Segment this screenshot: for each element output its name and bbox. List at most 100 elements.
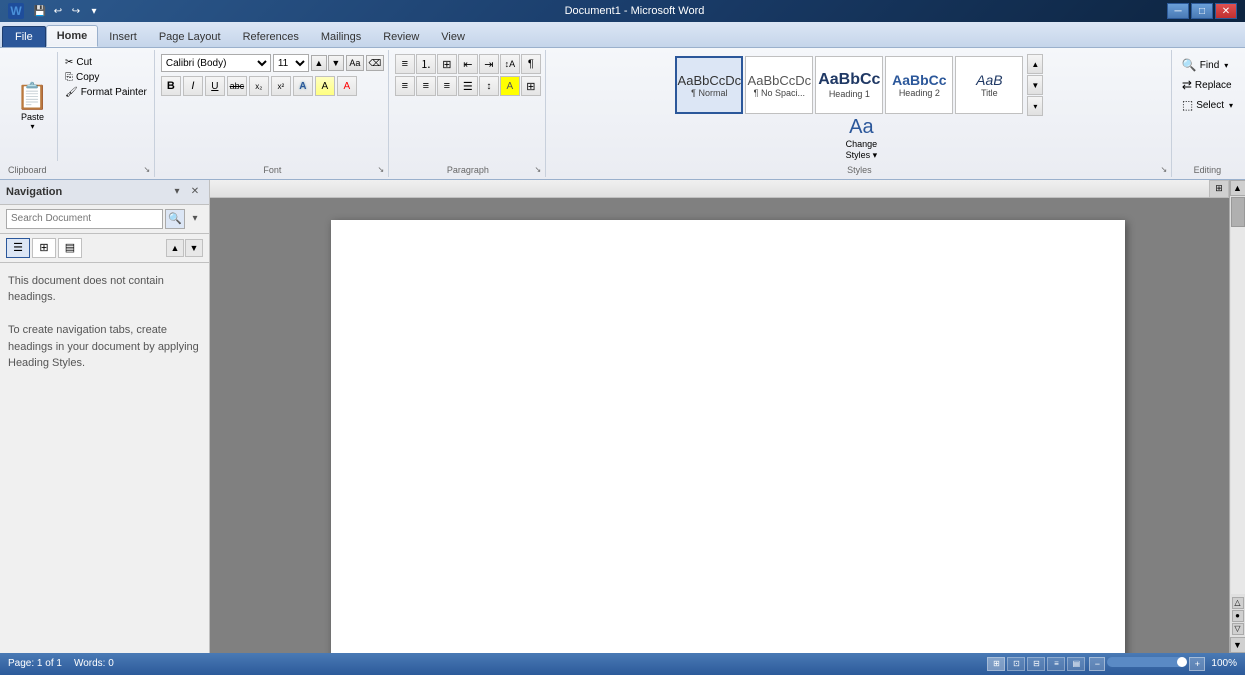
align-right-button[interactable]: ≡ xyxy=(437,76,457,96)
tab-review[interactable]: Review xyxy=(372,26,430,47)
line-spacing-button[interactable]: ↕ xyxy=(479,76,499,96)
strikethrough-button[interactable]: abc xyxy=(227,76,247,96)
paste-dropdown[interactable]: ▾ xyxy=(30,122,34,131)
draft-button[interactable]: ▤ xyxy=(1067,657,1085,671)
search-options-button[interactable]: ▾ xyxy=(187,211,203,227)
numbering-button[interactable]: ⒈ xyxy=(416,54,436,74)
multilevel-list-button[interactable]: ⊞ xyxy=(437,54,457,74)
style-no-spacing-item[interactable]: AaBbCcDc ¶ No Spaci... xyxy=(745,56,813,114)
tab-insert[interactable]: Insert xyxy=(98,26,148,47)
paste-button[interactable]: 📋 Paste ▾ xyxy=(8,52,58,161)
search-document-button[interactable]: 🔍 xyxy=(165,209,185,229)
decrease-indent-button[interactable]: ⇤ xyxy=(458,54,478,74)
zoom-out-button[interactable]: − xyxy=(1089,657,1105,671)
style-title-preview: AaB xyxy=(976,72,1002,88)
shading-button[interactable]: A xyxy=(500,76,520,96)
document-area[interactable]: ▲ △ ● ▽ ▼ ⊞ xyxy=(210,180,1245,653)
decrease-font-size-button[interactable]: ▼ xyxy=(328,55,344,71)
navigation-dropdown-button[interactable]: ▾ xyxy=(169,184,185,200)
scroll-select-page-button[interactable]: ● xyxy=(1232,610,1244,622)
minimize-button[interactable]: ─ xyxy=(1167,3,1189,19)
scroll-thumb[interactable] xyxy=(1231,197,1245,227)
nav-headings-view-button[interactable]: ☰ xyxy=(6,238,30,258)
subscript-button[interactable]: x₂ xyxy=(249,76,269,96)
document-page[interactable] xyxy=(331,220,1125,653)
sort-button[interactable]: ↕A xyxy=(500,54,520,74)
tab-file[interactable]: File xyxy=(2,26,46,47)
select-button[interactable]: ⬚ Select ▾ xyxy=(1178,96,1237,114)
print-layout-button[interactable]: ⊞ xyxy=(987,657,1005,671)
copy-button[interactable]: ⎘ Copy xyxy=(62,71,150,84)
find-button[interactable]: 🔍 Find ▾ xyxy=(1178,56,1232,74)
justify-button[interactable]: ☰ xyxy=(458,76,478,96)
tab-view[interactable]: View xyxy=(430,26,476,47)
show-formatting-button[interactable]: ¶ xyxy=(521,54,541,74)
font-size-select[interactable]: 11 xyxy=(273,54,309,72)
nav-results-view-button[interactable]: ▤ xyxy=(58,238,82,258)
undo-quick-btn[interactable]: ↩ xyxy=(50,3,66,19)
styles-scroll-up-button[interactable]: ▲ xyxy=(1027,54,1043,74)
style-heading2-item[interactable]: AaBbCc Heading 2 xyxy=(885,56,953,114)
close-button[interactable]: ✕ xyxy=(1215,3,1237,19)
navigation-close-button[interactable]: ✕ xyxy=(187,184,203,200)
customize-quick-btn[interactable]: ▾ xyxy=(86,3,102,19)
style-normal-item[interactable]: AaBbCcDc ¶ Normal xyxy=(675,56,743,114)
change-styles-label: ChangeStyles ▾ xyxy=(846,139,878,161)
styles-expand-button[interactable]: ↘ xyxy=(1159,165,1169,175)
scroll-track[interactable] xyxy=(1231,197,1245,594)
font-expand-button[interactable]: ↘ xyxy=(376,165,386,175)
change-case-button[interactable]: Aa xyxy=(346,55,364,71)
tab-mailings[interactable]: Mailings xyxy=(310,26,372,47)
outline-button[interactable]: ≡ xyxy=(1047,657,1065,671)
tab-page-layout[interactable]: Page Layout xyxy=(148,26,232,47)
tab-references[interactable]: References xyxy=(232,26,310,47)
font-name-select[interactable]: Calibri (Body) xyxy=(161,54,271,72)
scroll-next-page-button[interactable]: ▽ xyxy=(1232,623,1244,635)
bullets-button[interactable]: ≡ xyxy=(395,54,415,74)
style-heading1-item[interactable]: AaBbCc Heading 1 xyxy=(815,56,883,114)
nav-next-button[interactable]: ▼ xyxy=(185,239,203,257)
change-styles-button[interactable]: Aa ChangeStyles ▾ xyxy=(833,116,889,161)
redo-quick-btn[interactable]: ↪ xyxy=(68,3,84,19)
increase-indent-button[interactable]: ⇥ xyxy=(479,54,499,74)
superscript-button[interactable]: x² xyxy=(271,76,291,96)
full-screen-reading-button[interactable]: ⊡ xyxy=(1007,657,1025,671)
paragraph-expand-button[interactable]: ↘ xyxy=(533,165,543,175)
clear-formatting-button[interactable]: ⌫ xyxy=(366,55,384,71)
zoom-thumb[interactable] xyxy=(1177,657,1187,667)
font-row1: Calibri (Body) 11 ▲ ▼ Aa ⌫ xyxy=(161,54,384,72)
format-painter-button[interactable]: 🖌 Format Painter xyxy=(62,86,150,99)
replace-button[interactable]: ⇄ Replace xyxy=(1178,76,1236,94)
style-title-item[interactable]: AaB Title xyxy=(955,56,1023,114)
save-quick-btn[interactable]: 💾 xyxy=(32,3,48,19)
bold-button[interactable]: B xyxy=(161,76,181,96)
zoom-in-button[interactable]: + xyxy=(1189,657,1205,671)
styles-group-label: Styles xyxy=(847,165,872,175)
search-document-input[interactable] xyxy=(6,209,163,229)
web-layout-button[interactable]: ⊟ xyxy=(1027,657,1045,671)
borders-button[interactable]: ⊞ xyxy=(521,76,541,96)
underline-button[interactable]: U xyxy=(205,76,225,96)
nav-pages-view-button[interactable]: ⊞ xyxy=(32,238,56,258)
scroll-up-button[interactable]: ▲ xyxy=(1230,180,1245,196)
cut-button[interactable]: ✂ Cut xyxy=(62,56,150,69)
increase-font-size-button[interactable]: ▲ xyxy=(311,55,327,71)
clipboard-expand-button[interactable]: ↘ xyxy=(142,165,152,175)
vertical-scrollbar[interactable]: ▲ △ ● ▽ ▼ xyxy=(1229,180,1245,653)
navigation-panel-title: Navigation xyxy=(6,186,62,198)
align-left-button[interactable]: ≡ xyxy=(395,76,415,96)
zoom-slider[interactable] xyxy=(1107,657,1187,667)
tab-home[interactable]: Home xyxy=(46,25,99,47)
italic-button[interactable]: I xyxy=(183,76,203,96)
styles-more-button[interactable]: ▾ xyxy=(1027,96,1043,116)
font-color-button[interactable]: A xyxy=(337,76,357,96)
navigation-controls: ▾ ✕ xyxy=(169,184,203,200)
text-highlight-button[interactable]: A xyxy=(315,76,335,96)
maximize-button[interactable]: □ xyxy=(1191,3,1213,19)
scroll-prev-page-button[interactable]: △ xyxy=(1232,597,1244,609)
styles-scroll-down-button[interactable]: ▼ xyxy=(1027,75,1043,95)
align-center-button[interactable]: ≡ xyxy=(416,76,436,96)
doc-properties-button[interactable]: ⊞ xyxy=(1209,180,1229,198)
nav-prev-button[interactable]: ▲ xyxy=(166,239,184,257)
text-effects-button[interactable]: A xyxy=(293,76,313,96)
